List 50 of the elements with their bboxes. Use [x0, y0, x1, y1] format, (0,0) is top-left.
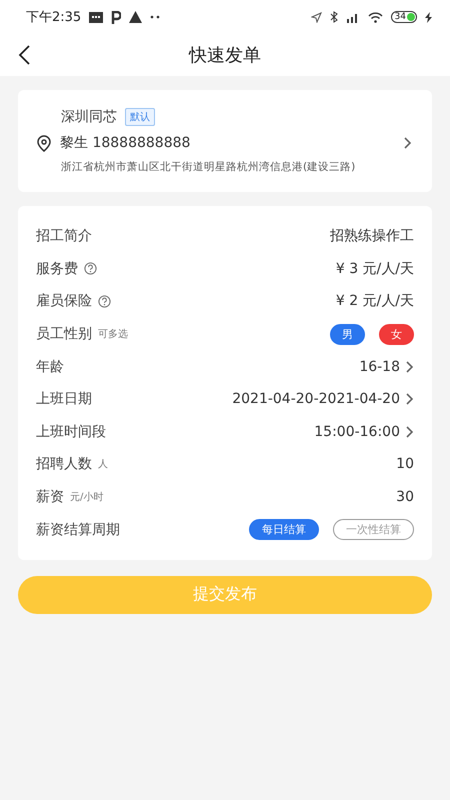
field-value[interactable]: 2021-04-20-2021-04-20: [232, 391, 400, 408]
warning-icon: [129, 11, 142, 23]
field-hint: 可多选: [98, 328, 128, 342]
chevron-right-icon: [406, 393, 414, 406]
wifi-icon: [368, 12, 383, 22]
more-dots-icon: [150, 15, 160, 19]
back-icon[interactable]: [18, 45, 30, 65]
field-value: ¥ 3 元/人/天: [336, 260, 414, 278]
field-value[interactable]: 16-18: [359, 358, 400, 375]
page-title: 快速发单: [189, 44, 261, 67]
signal-icon: [346, 12, 360, 22]
option-chip[interactable]: 女: [379, 324, 414, 345]
address-detail: 浙江省杭州市萧山区北干街道明星路杭州湾信息港(建设三路): [61, 160, 356, 174]
option-chip[interactable]: 每日结算: [249, 519, 319, 540]
field-value: 招熟练操作工: [330, 227, 414, 246]
location-arrow-icon: [310, 12, 322, 22]
field-label: 薪资结算周期: [36, 520, 120, 539]
charging-icon: [425, 12, 432, 22]
contact-info: 黎生 18888888888: [60, 134, 192, 152]
help-icon[interactable]: [98, 294, 111, 308]
company-name: 深圳同芯: [61, 108, 117, 126]
location-pin-icon: [36, 134, 52, 152]
field-value[interactable]: 15:00-16:00: [314, 424, 400, 440]
address-card[interactable]: 深圳同芯 默认 黎生 18888888888 浙江省杭州市萧山区北干街道明星路杭州湾信息港(建设三路): [18, 90, 432, 192]
chevron-right-icon: [404, 137, 412, 149]
status-time: 下午2:35: [26, 9, 82, 26]
field-value: 10: [396, 456, 414, 472]
field-label: 雇员保险: [36, 292, 92, 310]
battery-indicator: 34: [390, 11, 417, 23]
chevron-right-icon: [406, 360, 414, 373]
field-label: 服务费: [36, 260, 78, 278]
field-label: 上班时间段: [36, 422, 106, 441]
field-label: 年龄: [36, 358, 64, 376]
field-label: 招聘人数: [36, 455, 92, 474]
field-label: 薪资: [36, 488, 64, 506]
field-label: 招工简介: [36, 227, 92, 246]
option-chip[interactable]: 男: [330, 324, 365, 345]
parking-icon: [111, 10, 122, 24]
field-value: 30: [396, 489, 414, 506]
field-hint: 人: [98, 458, 108, 472]
option-chip[interactable]: 一次性结算: [333, 519, 414, 540]
field-hint: 元/小时: [70, 490, 104, 504]
field-label: 上班日期: [36, 390, 92, 408]
default-tag: 默认: [125, 108, 155, 126]
field-label: 员工性别: [36, 325, 92, 344]
field-value: ¥ 2 元/人/天: [336, 292, 414, 310]
message-icon: [89, 12, 104, 22]
bluetooth-icon: [330, 11, 338, 23]
chevron-right-icon: [406, 426, 414, 438]
help-icon[interactable]: [84, 262, 97, 276]
